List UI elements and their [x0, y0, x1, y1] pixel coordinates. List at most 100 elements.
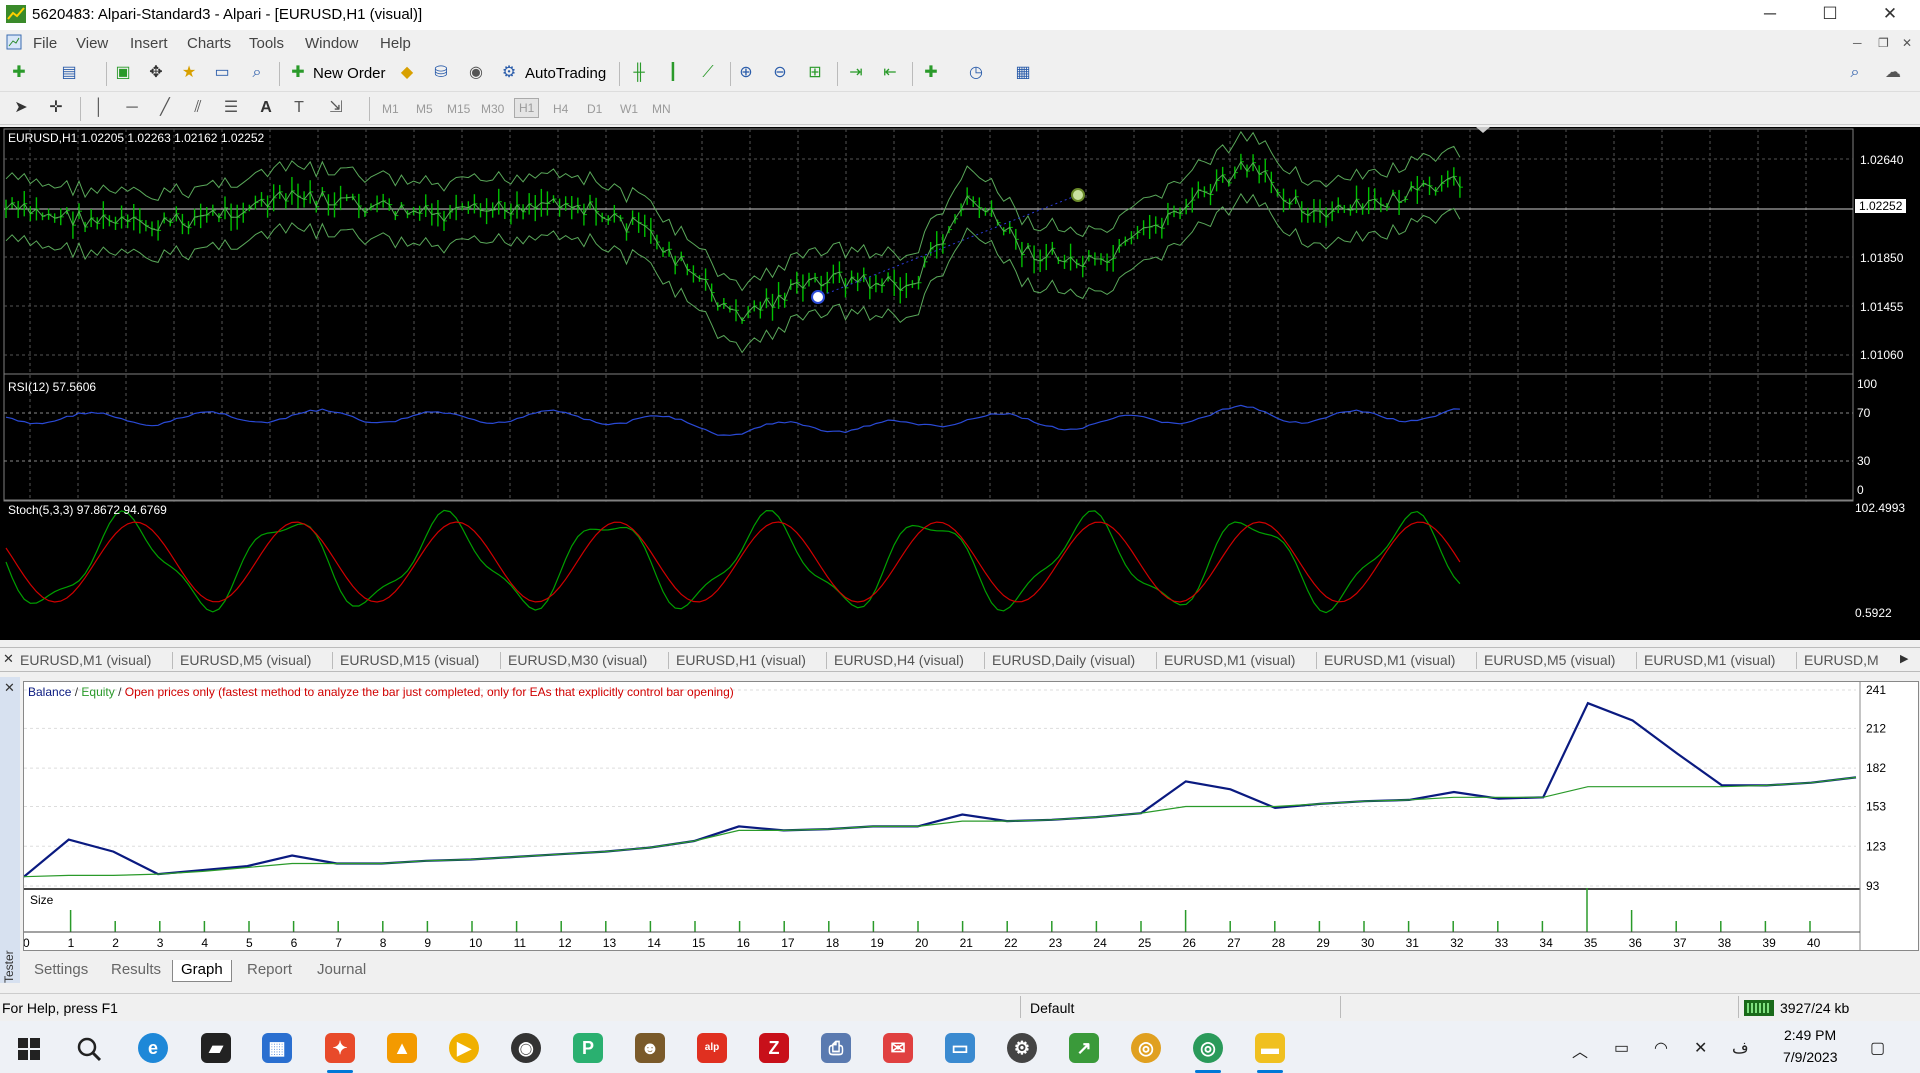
candlestick-icon[interactable]: ┃	[662, 62, 684, 84]
clock-date[interactable]: 7/9/2023	[1783, 1049, 1838, 1065]
mdi-minimize-button[interactable]: ─	[1853, 36, 1862, 50]
tf-w1[interactable]: W1	[620, 102, 638, 116]
menu-insert[interactable]: Insert	[130, 35, 168, 52]
scroll-right-icon[interactable]: ▶	[1900, 652, 1908, 665]
metaeditor-icon[interactable]: ◆	[396, 62, 418, 84]
text-icon[interactable]: A	[255, 97, 277, 119]
cursor-icon[interactable]: ➤	[10, 97, 32, 119]
menu-help[interactable]: Help	[380, 35, 411, 52]
menu-charts[interactable]: Charts	[187, 35, 231, 52]
autotrading-button[interactable]: AutoTrading	[525, 65, 606, 82]
mail-icon[interactable]: ✉	[883, 1033, 913, 1063]
line-chart-icon[interactable]: ⟋	[697, 62, 719, 84]
tile-windows-icon[interactable]: ⊞	[804, 62, 826, 84]
data-window-icon[interactable]: ✥	[145, 62, 167, 84]
menu-window[interactable]: Window	[305, 35, 358, 52]
navigator-icon[interactable]: ★	[178, 62, 200, 84]
tf-d1[interactable]: D1	[587, 102, 602, 116]
menu-tools[interactable]: Tools	[249, 35, 284, 52]
filezilla-icon[interactable]: Z	[759, 1033, 789, 1063]
wifi-icon[interactable]: ◠	[1654, 1038, 1668, 1058]
sticky-notes-icon[interactable]: ▰	[201, 1033, 231, 1063]
zoom-in-icon[interactable]: ⊕	[735, 62, 757, 84]
chart-app-icon[interactable]: ↗	[1069, 1033, 1099, 1063]
chart-tab[interactable]: EURUSD,M1 (visual)	[1644, 652, 1775, 668]
chat-icon[interactable]: ☁	[1882, 62, 1904, 84]
app-p-icon[interactable]: P	[573, 1033, 603, 1063]
minimize-button[interactable]: ─	[1742, 0, 1798, 30]
chart-tab[interactable]: EURUSD,M1 (visual)	[1164, 652, 1295, 668]
strategy-tester-icon[interactable]: ⌕	[246, 62, 268, 84]
autotrading-icon[interactable]: ⚙	[498, 62, 520, 84]
price-chart[interactable]: EURUSD,H1 1.02205 1.02263 1.02162 1.0225…	[0, 127, 1920, 640]
fibonacci-icon[interactable]: ☰	[220, 97, 242, 119]
tf-h4[interactable]: H4	[553, 102, 568, 116]
maximize-button[interactable]: ☐	[1802, 0, 1858, 30]
horizontal-line-icon[interactable]: ─	[121, 97, 143, 119]
chart-tab[interactable]: EURUSD,H4 (visual)	[834, 652, 964, 668]
chart-shift-icon[interactable]: ⇥	[845, 62, 867, 84]
metatrader-icon[interactable]: ✦	[325, 1033, 355, 1063]
arrows-icon[interactable]: ⇲	[325, 97, 347, 119]
language-indicator[interactable]: ﻑ	[1732, 1038, 1749, 1058]
tray-chevron-icon[interactable]: ︿	[1572, 1038, 1588, 1062]
vertical-line-icon[interactable]: │	[88, 97, 110, 119]
market-watch-icon[interactable]: ▣	[112, 62, 134, 84]
menu-file[interactable]: File	[33, 35, 57, 52]
mdi-restore-button[interactable]: ❐	[1878, 36, 1889, 50]
mdi-close-button[interactable]: ✕	[1902, 36, 1912, 50]
tab-report[interactable]: Report	[239, 960, 300, 982]
close-button[interactable]: ✕	[1862, 0, 1918, 30]
tab-journal[interactable]: Journal	[309, 960, 374, 982]
chrome-icon[interactable]: ◎	[1131, 1033, 1161, 1063]
chart-tab[interactable]: EURUSD,M5 (visual)	[1484, 652, 1615, 668]
periods-icon[interactable]: ◷	[965, 62, 987, 84]
chart-tab[interactable]: EURUSD,M1 (visual)	[1324, 652, 1455, 668]
tf-mn[interactable]: MN	[652, 102, 671, 116]
vlc-icon[interactable]: ▲	[387, 1033, 417, 1063]
tab-settings[interactable]: Settings	[26, 960, 96, 982]
tf-m30[interactable]: M30	[481, 102, 504, 116]
disc-icon[interactable]: ◉	[511, 1033, 541, 1063]
search-icon[interactable]: ⌕	[1844, 62, 1866, 84]
search-icon[interactable]	[76, 1036, 102, 1062]
autoscroll-icon[interactable]: ⇤	[879, 62, 901, 84]
notifications-icon[interactable]: ▢	[1870, 1038, 1885, 1058]
chart-tab[interactable]: EURUSD,M30 (visual)	[508, 652, 647, 668]
clock-time[interactable]: 2:49 PM	[1784, 1027, 1836, 1043]
screen-icon[interactable]: ▭	[945, 1033, 975, 1063]
indicators-icon[interactable]: ✚	[920, 62, 942, 84]
close-icon[interactable]: ✕	[3, 651, 14, 667]
volume-muted-icon[interactable]: ✕	[1694, 1038, 1707, 1058]
chrome-profile-icon[interactable]: ◎	[1193, 1033, 1223, 1063]
crosshair-icon[interactable]: ✛	[45, 97, 67, 119]
store-icon[interactable]: ▦	[262, 1033, 292, 1063]
printer-icon[interactable]: ⎙	[821, 1033, 851, 1063]
edge-icon[interactable]: e	[138, 1033, 168, 1063]
alpari-icon[interactable]: alp	[697, 1033, 727, 1063]
settings-icon[interactable]: ⚙	[1007, 1033, 1037, 1063]
new-order-button[interactable]: New Order	[313, 65, 386, 82]
new-order-icon[interactable]: ✚	[287, 62, 309, 84]
chart-tab[interactable]: EURUSD,M1 (visual)	[20, 652, 151, 668]
chart-tab[interactable]: EURUSD,M5 (visual)	[180, 652, 311, 668]
price-chart-canvas[interactable]	[0, 127, 1920, 640]
battery-icon[interactable]: ▭	[1614, 1038, 1629, 1058]
channel-icon[interactable]: ⫽	[187, 97, 209, 119]
tab-results[interactable]: Results	[103, 960, 169, 982]
windows-start-icon[interactable]	[18, 1038, 40, 1060]
tf-h1[interactable]: H1	[514, 98, 540, 118]
chart-tab[interactable]: EURUSD,Daily (visual)	[992, 652, 1135, 668]
trendline-icon[interactable]: ╱	[154, 97, 176, 119]
market-icon[interactable]: ⛁	[430, 62, 452, 84]
chart-tab[interactable]: EURUSD,M15 (visual)	[340, 652, 479, 668]
tab-graph[interactable]: Graph	[172, 960, 232, 982]
tf-m15[interactable]: M15	[447, 102, 470, 116]
zoom-out-icon[interactable]: ⊖	[769, 62, 791, 84]
profiles-icon[interactable]: ▤	[58, 62, 80, 84]
chart-tab[interactable]: EURUSD,M	[1804, 652, 1879, 668]
templates-icon[interactable]: ▦	[1012, 62, 1034, 84]
file-explorer-icon[interactable]: ▬	[1255, 1033, 1285, 1063]
new-chart-icon[interactable]: ✚	[8, 62, 30, 84]
tf-m1[interactable]: M1	[382, 102, 399, 116]
